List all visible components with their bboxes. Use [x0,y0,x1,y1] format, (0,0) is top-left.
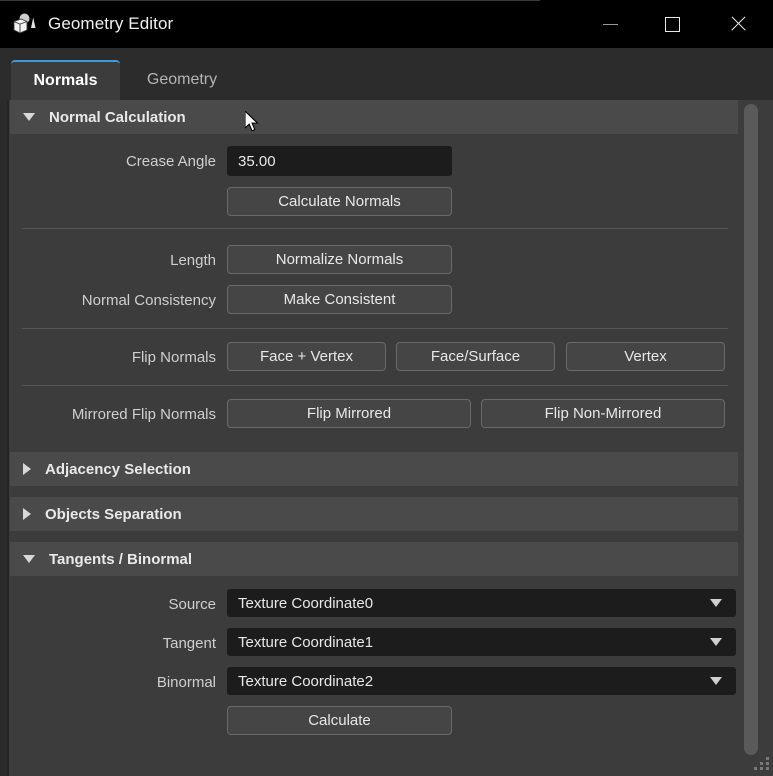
maximize-icon [664,16,680,32]
normal-consistency-label: Normal Consistency [81,292,216,309]
section-title-adjacency-selection: Adjacency Selection [45,460,191,478]
section-title-tangents-binormal: Tangents / Binormal [49,550,193,568]
normalize-normals-button[interactable]: Normalize Normals [227,245,452,274]
minimize-button[interactable] [579,0,641,48]
section-title-objects-separation: Objects Separation [45,505,182,523]
title-bar: Geometry Editor [0,0,773,48]
tab-normals-label: Normals [33,72,98,89]
divider-3 [22,385,728,386]
maximize-button[interactable] [641,0,703,48]
flip-face-surface-label: Face/Surface [430,348,521,365]
tab-geometry[interactable]: Geometry [128,60,236,100]
flip-mirrored-label: Flip Mirrored [306,405,392,422]
source-dropdown[interactable]: Texture Coordinate0 [227,589,736,617]
tangent-dropdown[interactable]: Texture Coordinate1 [227,628,736,656]
calculate-tangents-label: Calculate [308,712,371,729]
tab-bar: Normals Geometry [0,48,773,100]
flip-mirrored-button[interactable]: Flip Mirrored [227,399,471,428]
tab-geometry-label: Geometry [146,71,218,88]
resize-grip[interactable] [754,757,769,772]
divider-1 [22,228,728,229]
flip-face-surface-button[interactable]: Face/Surface [396,342,555,371]
chevron-down-icon [710,638,722,646]
section-header-normal-calculation[interactable]: Normal Calculation [10,100,741,134]
source-value: Texture Coordinate0 [238,594,374,612]
calculate-normals-label: Calculate Normals [278,193,401,210]
tangent-value: Texture Coordinate1 [238,633,374,651]
chevron-down-icon [710,677,722,685]
flip-vertex-button[interactable]: Vertex [566,342,725,371]
mirrored-flip-normals-label: Mirrored Flip Normals [71,406,216,423]
flip-face-vertex-button[interactable]: Face + Vertex [227,342,386,371]
section-header-objects-separation[interactable]: Objects Separation [10,497,741,531]
tangent-label: Tangent [162,635,216,652]
crease-angle-input[interactable] [227,146,452,176]
chevron-right-icon [23,463,31,475]
flip-normals-label: Flip Normals [131,349,216,366]
calculate-tangents-button[interactable]: Calculate [227,706,452,735]
flip-vertex-label: Vertex [624,348,667,365]
minimize-icon [602,23,618,25]
chevron-down-icon [23,113,35,121]
normalize-normals-label: Normalize Normals [275,251,404,268]
flip-non-mirrored-button[interactable]: Flip Non-Mirrored [481,399,725,428]
divider-2 [22,328,728,329]
flip-non-mirrored-label: Flip Non-Mirrored [544,405,662,422]
properties-panel: Normal Calculation Crease Angle Calculat… [9,100,773,776]
source-label: Source [168,596,216,613]
make-consistent-button[interactable]: Make Consistent [227,285,452,314]
binormal-label: Binormal [156,674,216,691]
binormal-value: Texture Coordinate2 [238,672,374,690]
geometry-editor-window: Geometry Editor Normals Geometry Normal … [0,0,773,776]
close-button[interactable] [703,0,773,48]
chevron-down-icon [23,555,35,563]
section-title-normal-calculation: Normal Calculation [49,108,186,126]
window-controls [579,0,773,48]
calculate-normals-button[interactable]: Calculate Normals [227,187,452,216]
title-bar-hairline [0,0,540,1]
window-title: Geometry Editor [48,14,174,33]
length-label: Length [170,252,216,269]
binormal-dropdown[interactable]: Texture Coordinate2 [227,667,736,695]
section-header-tangents-binormal[interactable]: Tangents / Binormal [10,542,741,576]
flip-face-vertex-label: Face + Vertex [260,348,353,365]
crease-angle-label: Crease Angle [125,153,216,170]
chevron-down-icon [710,599,722,607]
section-header-adjacency-selection[interactable]: Adjacency Selection [10,452,741,486]
chevron-right-icon [23,508,31,520]
tab-normals[interactable]: Normals [11,60,120,100]
make-consistent-label: Make Consistent [283,291,396,308]
geometry-primitives-icon [12,11,38,37]
vertical-scrollbar-thumb[interactable] [744,104,758,755]
close-icon [729,15,747,33]
